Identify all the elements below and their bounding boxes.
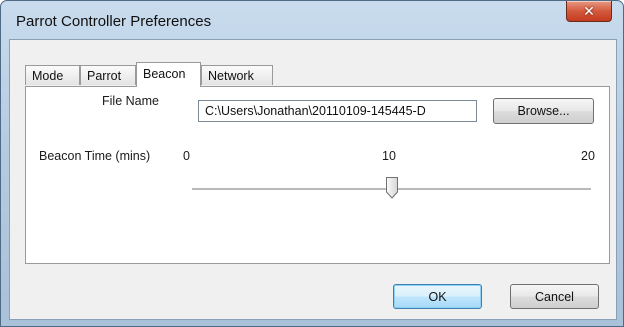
file-name-field[interactable]	[198, 100, 477, 122]
close-icon: ✕	[583, 2, 595, 19]
dialog-client-area: Mode Parrot Beacon Network File Name Bro…	[9, 39, 617, 320]
browse-button[interactable]: Browse...	[493, 98, 594, 124]
beacon-time-slider-thumb[interactable]	[385, 177, 398, 199]
cancel-button[interactable]: Cancel	[510, 284, 599, 309]
tab-beacon[interactable]: Beacon	[136, 62, 201, 87]
window-title: Parrot Controller Preferences	[16, 13, 212, 30]
close-button[interactable]: ✕	[566, 1, 612, 22]
title-bar[interactable]: Parrot Controller Preferences ✕	[1, 1, 623, 39]
ok-button[interactable]: OK	[393, 284, 482, 309]
slider-tick-max: 20	[581, 149, 595, 163]
preferences-window: Parrot Controller Preferences ✕ Mode Par…	[0, 0, 624, 327]
tab-network[interactable]: Network	[201, 65, 273, 85]
file-name-label: File Name	[102, 94, 159, 108]
beacon-tab-panel: File Name Browse... Beacon Time (mins) 0…	[25, 86, 610, 264]
beacon-time-label: Beacon Time (mins)	[39, 149, 151, 163]
slider-tick-min: 0	[183, 149, 190, 163]
slider-tick-mid: 10	[382, 149, 396, 163]
tab-parrot[interactable]: Parrot	[80, 65, 136, 85]
tab-mode[interactable]: Mode	[25, 65, 80, 85]
